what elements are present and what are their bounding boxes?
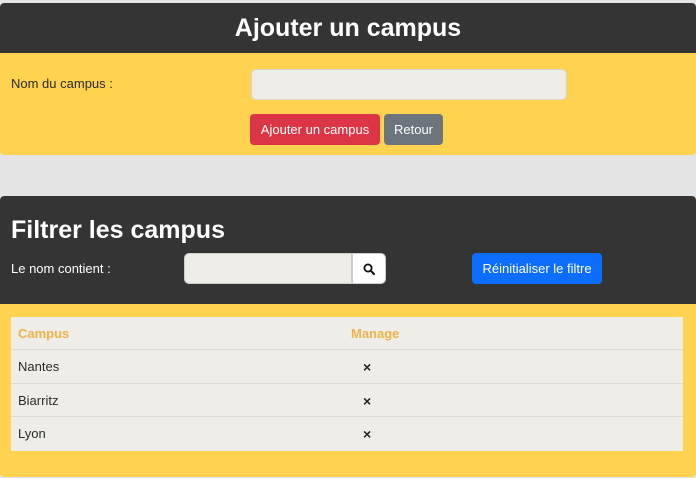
filter-title: Filtrer les campus <box>11 216 225 244</box>
table-row: Lyon × <box>11 417 683 451</box>
table-row: Nantes × <box>11 350 683 384</box>
add-campus-title: Ajouter un campus <box>0 3 696 53</box>
campus-table: Campus Manage Nantes × Biarritz × Lyon × <box>11 317 683 451</box>
column-header-manage: Manage <box>351 326 400 341</box>
add-campus-button[interactable]: Ajouter un campus <box>250 114 380 145</box>
reset-filter-button[interactable]: Réinitialiser le filtre <box>472 253 602 284</box>
campus-name-cell: Nantes <box>18 359 60 374</box>
delete-icon[interactable]: × <box>363 426 371 442</box>
table-header-row: Campus Manage <box>11 317 683 350</box>
campus-name-input[interactable] <box>251 69 567 100</box>
column-header-campus: Campus <box>18 326 70 341</box>
back-button[interactable]: Retour <box>384 114 443 145</box>
search-button[interactable] <box>352 253 386 284</box>
delete-icon[interactable]: × <box>363 393 371 409</box>
campus-name-cell: Lyon <box>18 426 46 441</box>
delete-icon[interactable]: × <box>363 359 371 375</box>
campus-name-label: Nom du campus : <box>11 76 113 91</box>
filter-header: Filtrer les campus Le nom contient : Réi… <box>0 196 696 304</box>
search-icon <box>363 263 375 275</box>
campus-name-cell: Biarritz <box>18 392 59 408</box>
filter-input[interactable] <box>184 253 352 284</box>
add-campus-card: Ajouter un campus Nom du campus : Ajoute… <box>0 3 696 155</box>
filter-campus-card: Filtrer les campus Le nom contient : Réi… <box>0 196 696 477</box>
filter-label: Le nom contient : <box>11 261 111 276</box>
table-row: Biarritz × <box>11 384 683 417</box>
